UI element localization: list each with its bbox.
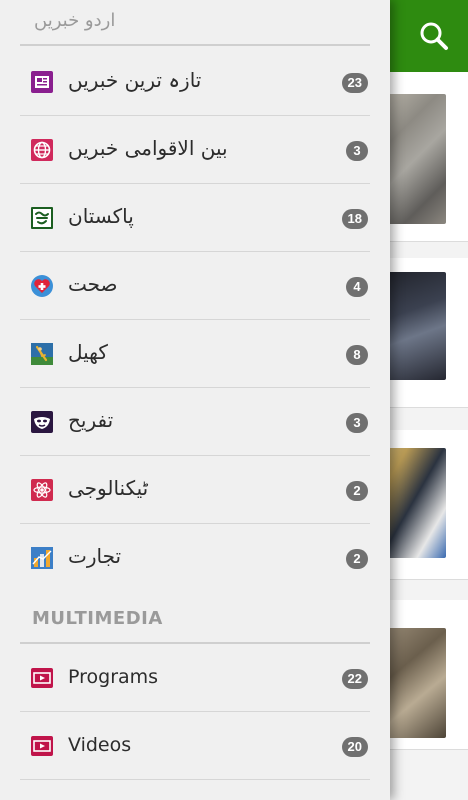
search-button[interactable] [410, 14, 458, 58]
count-badge: 20 [341, 737, 368, 757]
entertainment-mask-icon [30, 410, 54, 434]
section-header-urdu-news: اردو خبریں [0, 0, 390, 46]
drawer-item-label: تازہ ترین خبریں [68, 68, 202, 92]
sports-icon [30, 342, 54, 366]
count-badge: 23 [341, 73, 368, 93]
drawer-item-pakistan[interactable]: پاکستان 18 [0, 184, 390, 252]
drawer-item-label: ٹیکنالوجی [68, 476, 149, 500]
drawer-item-international-news[interactable]: بین الاقوامی خبریں 3 [0, 116, 390, 184]
section-title: MULTIMEDIA [32, 608, 163, 629]
drawer-item-sports[interactable]: کھیل 8 [0, 320, 390, 388]
count-badge: 3 [346, 413, 368, 433]
section-title: اردو خبریں [34, 10, 116, 31]
business-chart-icon [30, 546, 54, 570]
drawer-item-label: بین الاقوامی خبریں [68, 136, 228, 160]
drawer-item-videos[interactable]: Videos 20 [0, 712, 390, 780]
drawer-item-business[interactable]: تجارت 2 [0, 524, 390, 592]
drawer-item-label: تفریح [68, 408, 114, 432]
drawer-item-label: Programs [68, 666, 159, 688]
count-badge: 2 [346, 481, 368, 501]
count-badge: 2 [346, 549, 368, 569]
drawer-item-label: پاکستان [68, 204, 134, 228]
navigation-drawer: اردو خبریں تازہ ترین خبریں 23 بین الاقوا… [0, 0, 390, 800]
section-divider [20, 44, 370, 46]
drawer-item-label: صحت [68, 272, 118, 296]
drawer-item-label: کھیل [68, 340, 108, 364]
count-badge: 22 [341, 669, 368, 689]
drawer-item-technology[interactable]: ٹیکنالوجی 2 [0, 456, 390, 524]
drawer-item-health[interactable]: صحت 4 [0, 252, 390, 320]
drawer-item-label: تجارت [68, 544, 122, 568]
pakistan-emblem-icon [30, 206, 54, 230]
heart-health-icon [30, 274, 54, 298]
search-icon [420, 22, 448, 50]
count-badge: 8 [346, 345, 368, 365]
section-header-multimedia: MULTIMEDIA [0, 598, 390, 644]
count-badge: 3 [346, 141, 368, 161]
drawer-item-programs[interactable]: Programs 22 [0, 644, 390, 712]
atom-icon [30, 478, 54, 502]
drawer-item-label: Videos [68, 734, 132, 756]
video-programs-icon [30, 666, 54, 690]
count-badge: 4 [346, 277, 368, 297]
item-divider [20, 779, 370, 780]
count-badge: 18 [341, 209, 368, 229]
newspaper-icon [30, 70, 54, 94]
drawer-item-latest-news[interactable]: تازہ ترین خبریں 23 [0, 48, 390, 116]
drawer-item-entertainment[interactable]: تفریح 3 [0, 388, 390, 456]
globe-icon [30, 138, 54, 162]
video-icon [30, 734, 54, 758]
